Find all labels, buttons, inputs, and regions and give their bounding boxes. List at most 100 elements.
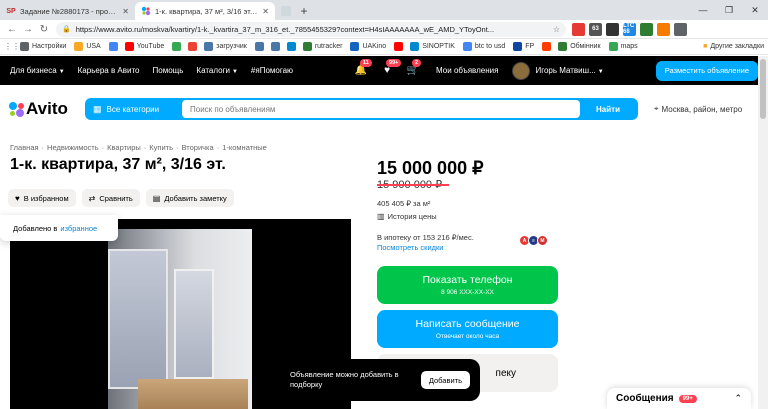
- price-history-link[interactable]: ▥ История цены: [377, 212, 437, 221]
- bookmark-item[interactable]: FP: [513, 42, 534, 51]
- extension-icon[interactable]: [572, 22, 585, 36]
- bookmark-item[interactable]: YouTube: [124, 42, 164, 51]
- search-input[interactable]: [182, 100, 580, 118]
- nav-help-campaign[interactable]: #яПомогаю: [251, 66, 293, 75]
- all-categories-button[interactable]: ▦ Все категории: [85, 98, 180, 120]
- bookmark-item[interactable]: maps: [608, 42, 638, 51]
- heart-icon[interactable]: ♥ 99+: [378, 58, 402, 78]
- write-message-button[interactable]: Написать сообщение Отвечает около часа: [377, 310, 558, 348]
- scrollbar[interactable]: [758, 56, 768, 409]
- browser-tab[interactable]: [275, 2, 295, 20]
- search-button[interactable]: Найти: [580, 105, 636, 114]
- price: 15 000 000 ₽: [377, 158, 484, 178]
- mortgage-text: В ипотеку от 153 216 ₽/мес.: [377, 233, 474, 242]
- other-bookmarks[interactable]: ■ Другие закладки: [703, 43, 764, 50]
- chevron-up-icon[interactable]: ⌃: [734, 393, 742, 404]
- nav-catalogs[interactable]: Каталоги ▼: [196, 66, 238, 75]
- bookmark-item[interactable]: [188, 42, 200, 51]
- address-bar[interactable]: 🔒 https://www.avito.ru/moskva/kvartiry/1…: [56, 21, 566, 37]
- collection-toast: Объявление можно добавить в подборку Доб…: [280, 359, 480, 401]
- close-icon[interactable]: ✕: [122, 7, 129, 16]
- cart-badge: 2: [412, 58, 422, 67]
- bookmark-label: Обмінник: [570, 43, 601, 50]
- breadcrumb-item[interactable]: Квартиры: [107, 143, 141, 152]
- cart-icon[interactable]: 🛒 2: [404, 58, 422, 78]
- bookmark-item[interactable]: rutracker: [302, 42, 342, 51]
- compare-button[interactable]: ⇄ Сравнить: [81, 189, 140, 207]
- bookmark-item[interactable]: UAKino: [350, 42, 386, 51]
- bookmark-item[interactable]: загрузчик: [204, 42, 247, 51]
- close-window-icon[interactable]: ✕: [742, 0, 768, 20]
- post-ad-button[interactable]: Разместить объявление: [655, 60, 758, 81]
- tooltip-text: Добавлено в: [13, 223, 58, 233]
- apps-icon[interactable]: ⋮⋮: [4, 39, 20, 55]
- breadcrumb-separator: ·: [41, 143, 45, 152]
- back-icon[interactable]: ←: [4, 21, 20, 37]
- maximize-icon[interactable]: ❐: [716, 0, 742, 20]
- bookmark-item[interactable]: SINOPTIK: [410, 42, 455, 51]
- avito-logo[interactable]: Avito: [9, 99, 85, 119]
- bookmark-item[interactable]: Обмінник: [558, 42, 601, 51]
- extension-icon[interactable]: 63: [589, 22, 602, 36]
- show-phone-button[interactable]: Показать телефон 8 906 XXX-XX-XX: [377, 266, 558, 304]
- bookmark-item[interactable]: [270, 42, 283, 51]
- browser-tab[interactable]: SP Задание №2880173 - просмотр ✕: [0, 2, 135, 20]
- user-menu[interactable]: Игорь Матвиш... ▼: [535, 66, 603, 75]
- my-ads-link[interactable]: Мои объявления: [436, 66, 498, 75]
- breadcrumb-item[interactable]: Главная: [10, 143, 39, 152]
- extension-icon[interactable]: LTC 68: [623, 22, 636, 36]
- nav-career[interactable]: Карьера в Авито: [78, 66, 140, 75]
- url-text: https://www.avito.ru/moskva/kvartiry/1-k…: [75, 24, 495, 34]
- reload-icon[interactable]: ↻: [36, 21, 52, 37]
- bookmark-item[interactable]: [108, 42, 121, 51]
- extension-icon[interactable]: [674, 22, 687, 36]
- avatar[interactable]: [512, 61, 531, 80]
- star-icon[interactable]: ☆: [553, 25, 560, 34]
- browser-tab-active[interactable]: 1-к. квартира, 37 м², 3/16 эт. на п ✕: [135, 2, 275, 20]
- bookmark-item[interactable]: [542, 42, 554, 51]
- nav-label: Каталоги: [196, 66, 230, 75]
- extension-icon[interactable]: [657, 22, 670, 36]
- bookmark-item[interactable]: [286, 42, 299, 51]
- location-selector[interactable]: ⌖ Москва, район, метро: [654, 104, 742, 114]
- sp-favicon-icon: SP: [6, 7, 16, 15]
- messenger-badge: 99+: [678, 394, 697, 403]
- forward-icon[interactable]: →: [20, 21, 36, 37]
- nav-help[interactable]: Помощь: [153, 66, 184, 75]
- minimize-icon[interactable]: —: [690, 0, 716, 20]
- bookmark-item[interactable]: Настройки: [20, 42, 66, 51]
- bookmark-item[interactable]: [254, 42, 267, 51]
- lock-icon: 🔒: [62, 26, 71, 33]
- bookmark-label: UAKino: [362, 43, 387, 50]
- bookmark-item[interactable]: [172, 42, 184, 51]
- close-icon[interactable]: ✕: [262, 7, 269, 16]
- add-to-collection-button[interactable]: Добавить: [420, 371, 470, 389]
- breadcrumb-item[interactable]: Недвижимость: [47, 143, 99, 152]
- bell-icon[interactable]: 🔔 11: [352, 58, 372, 78]
- bookmark-label: загрузчик: [216, 43, 247, 50]
- breadcrumb-item[interactable]: 1-комнатные: [222, 143, 267, 152]
- breadcrumb-separator: ·: [101, 143, 105, 152]
- nav-business[interactable]: Для бизнеса ▼: [10, 66, 65, 75]
- extension-icon[interactable]: [640, 22, 653, 36]
- breadcrumb-item[interactable]: Купить: [149, 143, 173, 152]
- photo-window: [174, 269, 214, 379]
- extension-icon[interactable]: [606, 22, 619, 36]
- messenger-panel[interactable]: Сообщения 99+ ⌃: [607, 388, 751, 409]
- discounts-link[interactable]: Посмотреть скидки: [377, 243, 444, 252]
- bookmark-item[interactable]: [394, 42, 406, 51]
- note-label: Добавить заметку: [164, 193, 227, 203]
- scrollbar-thumb[interactable]: [760, 59, 766, 119]
- favorites-link[interactable]: избранное: [60, 224, 97, 233]
- breadcrumb-item[interactable]: Вторичка: [182, 143, 214, 152]
- bookmark-item[interactable]: USA: [74, 42, 101, 51]
- youtube-icon: [124, 42, 134, 51]
- bookmark-label: USA: [86, 43, 101, 50]
- tab-title: Задание №2880173 - просмотр: [20, 6, 119, 16]
- breadcrumb-separator: ·: [176, 143, 179, 152]
- new-tab-icon[interactable]: +: [295, 2, 313, 20]
- add-note-button[interactable]: ▤ Добавить заметку: [145, 189, 234, 207]
- favorite-button[interactable]: ♥ В избранном: [8, 189, 76, 207]
- bookmark-item[interactable]: btc to usd: [462, 42, 505, 51]
- vk-icon: [270, 42, 280, 51]
